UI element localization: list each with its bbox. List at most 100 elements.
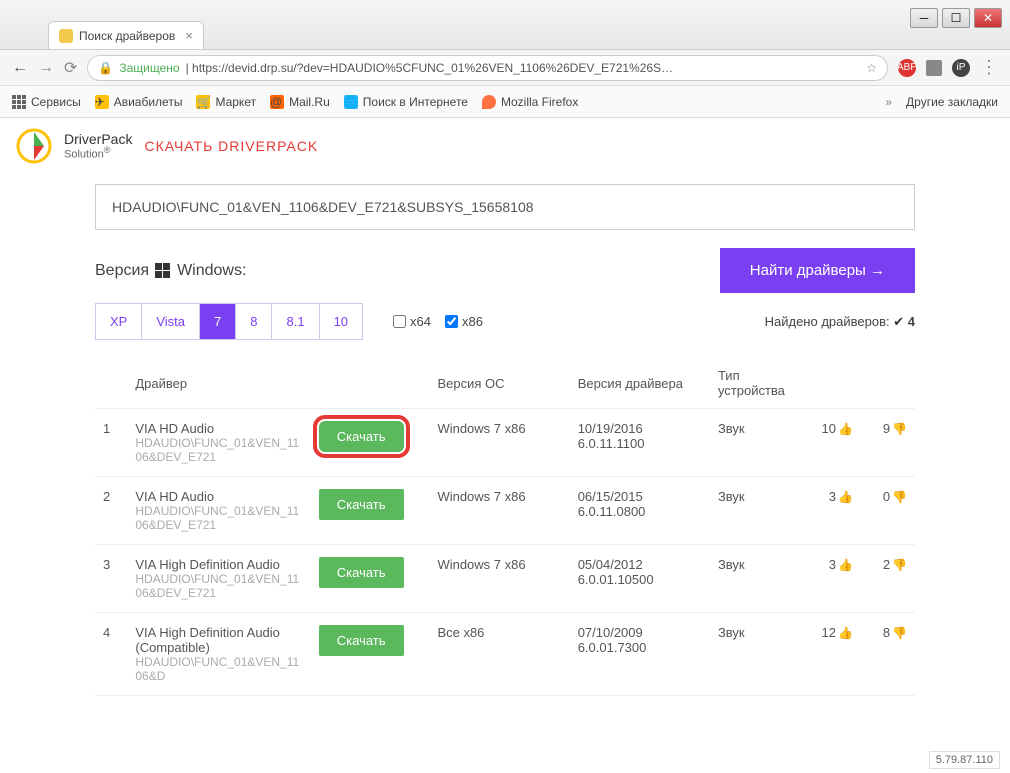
os-tab-7[interactable]: 7	[200, 304, 236, 339]
download-driverpack-link[interactable]: СКАЧАТЬ DRIVERPACK	[144, 138, 318, 154]
like-count[interactable]: 3👍	[807, 477, 861, 545]
header-driver: Драйвер	[127, 358, 310, 409]
download-button[interactable]: Скачать	[319, 625, 404, 656]
dislike-count[interactable]: 9👎	[861, 409, 915, 477]
extension-icon[interactable]	[926, 60, 942, 76]
plane-icon: ✈	[95, 95, 109, 109]
drivers-found-label: Найдено драйверов: ✔ 4	[765, 314, 915, 330]
url-field[interactable]: 🔒 Защищено | https://devid.drp.su/?dev=H…	[87, 55, 888, 81]
os-version: Windows 7 x86	[429, 477, 569, 545]
os-tab-10[interactable]: 10	[320, 304, 362, 339]
secure-label: Защищено	[119, 61, 179, 75]
os-tab-81[interactable]: 8.1	[272, 304, 319, 339]
os-version: Windows 7 x86	[429, 409, 569, 477]
like-count[interactable]: 3👍	[807, 545, 861, 613]
market-bookmark[interactable]: 🛒Маркет	[196, 95, 256, 109]
version-label: Версия Windows:	[95, 262, 246, 280]
table-row: 4 VIA High Definition Audio (Compatible)H…	[95, 613, 915, 696]
table-row: 2VIA HD AudioHDAUDIO\FUNC_01&VEN_1106&DE…	[95, 477, 915, 545]
row-number: 4	[95, 613, 127, 696]
driver-path: HDAUDIO\FUNC_01&VEN_1106&DEV_E721	[135, 572, 302, 600]
firefox-icon	[482, 95, 496, 109]
back-button[interactable]: ←	[12, 59, 28, 77]
cart-icon: 🛒	[196, 95, 210, 109]
driver-path: HDAUDIO\FUNC_01&VEN_1106&D	[135, 655, 302, 683]
find-drivers-button[interactable]: Найти драйверы →	[720, 248, 915, 293]
page-content[interactable]: DriverPack Solution® СКАЧАТЬ DRIVERPACK …	[0, 118, 1010, 773]
thumbs-up-icon: 👍	[838, 558, 853, 572]
firefox-bookmark[interactable]: Mozilla Firefox	[482, 95, 578, 109]
avia-bookmark[interactable]: ✈Авиабилеты	[95, 95, 183, 109]
other-bookmarks[interactable]: Другие закладки	[906, 95, 998, 109]
thumbs-up-icon: 👍	[838, 422, 853, 436]
driver-path: HDAUDIO\FUNC_01&VEN_1106&DEV_E721	[135, 436, 302, 464]
search-bookmark[interactable]: 🌐Поиск в Интернете	[344, 95, 468, 109]
driver-name: VIA High Definition Audio	[135, 557, 302, 572]
bookmark-star-icon[interactable]: ☆	[866, 61, 877, 75]
tab-close-icon[interactable]: ×	[185, 28, 193, 43]
arch-x86-checkbox[interactable]: x86	[445, 314, 483, 329]
device-type: Звук	[710, 409, 807, 477]
check-icon: ✔	[893, 314, 904, 329]
driver-path: HDAUDIO\FUNC_01&VEN_1106&DEV_E721	[135, 504, 302, 532]
os-tab-xp[interactable]: XP	[96, 304, 142, 339]
windows-logo-icon	[155, 263, 171, 279]
device-id-input[interactable]	[95, 184, 915, 230]
driver-version: 06/15/20156.0.11.0800	[570, 477, 710, 545]
driver-name: VIA High Definition Audio (Compatible)	[135, 625, 302, 655]
reload-button[interactable]: ⟳	[64, 58, 77, 78]
driver-version: 05/04/20126.0.01.10500	[570, 545, 710, 613]
dislike-count[interactable]: 0👎	[861, 477, 915, 545]
minimize-button[interactable]: ─	[910, 8, 938, 28]
window-titlebar: ─ ☐ ✕ Поиск драйверов ×	[0, 0, 1010, 50]
mail-bookmark[interactable]: @Mail.Ru	[270, 95, 330, 109]
download-button[interactable]: Скачать	[319, 489, 404, 520]
thumbs-down-icon: 👎	[892, 626, 907, 640]
driverpack-logo-icon	[16, 128, 52, 164]
arch-x64-checkbox[interactable]: x64	[393, 314, 431, 329]
thumbs-down-icon: 👎	[892, 422, 907, 436]
thumbs-down-icon: 👎	[892, 558, 907, 572]
lock-icon: 🔒	[98, 61, 113, 75]
bookmarks-overflow-icon[interactable]: »	[885, 95, 892, 109]
like-count[interactable]: 10👍	[807, 409, 861, 477]
site-header: DriverPack Solution® СКАЧАТЬ DRIVERPACK	[0, 118, 1010, 174]
like-count[interactable]: 12👍	[807, 613, 861, 696]
table-row: 1VIA HD AudioHDAUDIO\FUNC_01&VEN_1106&DE…	[95, 409, 915, 477]
close-window-button[interactable]: ✕	[974, 8, 1002, 28]
header-device-type: Тип устройства	[710, 358, 807, 409]
maximize-button[interactable]: ☐	[942, 8, 970, 28]
row-number: 1	[95, 409, 127, 477]
adblock-icon[interactable]: ABP	[898, 59, 916, 77]
os-version-tabs: XP Vista 7 8 8.1 10	[95, 303, 363, 340]
forward-button[interactable]: →	[38, 59, 54, 77]
apps-icon	[12, 95, 26, 109]
table-row: 3 VIA High Definition AudioHDAUDIO\FUNC_0…	[95, 545, 915, 613]
dislike-count[interactable]: 8👎	[861, 613, 915, 696]
driver-version: 07/10/20096.0.01.7300	[570, 613, 710, 696]
dislike-count[interactable]: 2👎	[861, 545, 915, 613]
device-type: Звук	[710, 477, 807, 545]
header-driver-version: Версия драйвера	[570, 358, 710, 409]
browser-menu-icon[interactable]: ⋮	[980, 57, 998, 78]
brand-text: DriverPack Solution®	[64, 132, 132, 161]
row-number: 3	[95, 545, 127, 613]
browser-tab[interactable]: Поиск драйверов ×	[48, 21, 204, 49]
apps-bookmark[interactable]: Сервисы	[12, 95, 81, 109]
thumbs-up-icon: 👍	[838, 490, 853, 504]
download-button[interactable]: Скачать	[319, 421, 404, 452]
driver-name: VIA HD Audio	[135, 489, 302, 504]
device-type: Звук	[710, 545, 807, 613]
tab-favicon	[59, 29, 73, 43]
ip-extension-icon[interactable]: iP	[952, 59, 970, 77]
driver-version: 10/19/20166.0.11.1100	[570, 409, 710, 477]
header-os: Версия ОС	[429, 358, 569, 409]
os-tab-8[interactable]: 8	[236, 304, 272, 339]
download-button[interactable]: Скачать	[319, 557, 404, 588]
search-icon: 🌐	[344, 95, 358, 109]
url-text: https://devid.drp.su/?dev=HDAUDIO%5CFUNC…	[192, 61, 860, 75]
thumbs-down-icon: 👎	[892, 490, 907, 504]
address-bar: ← → ⟳ 🔒 Защищено | https://devid.drp.su/…	[0, 50, 1010, 86]
bookmarks-bar: Сервисы ✈Авиабилеты 🛒Маркет @Mail.Ru 🌐По…	[0, 86, 1010, 118]
os-tab-vista[interactable]: Vista	[142, 304, 200, 339]
